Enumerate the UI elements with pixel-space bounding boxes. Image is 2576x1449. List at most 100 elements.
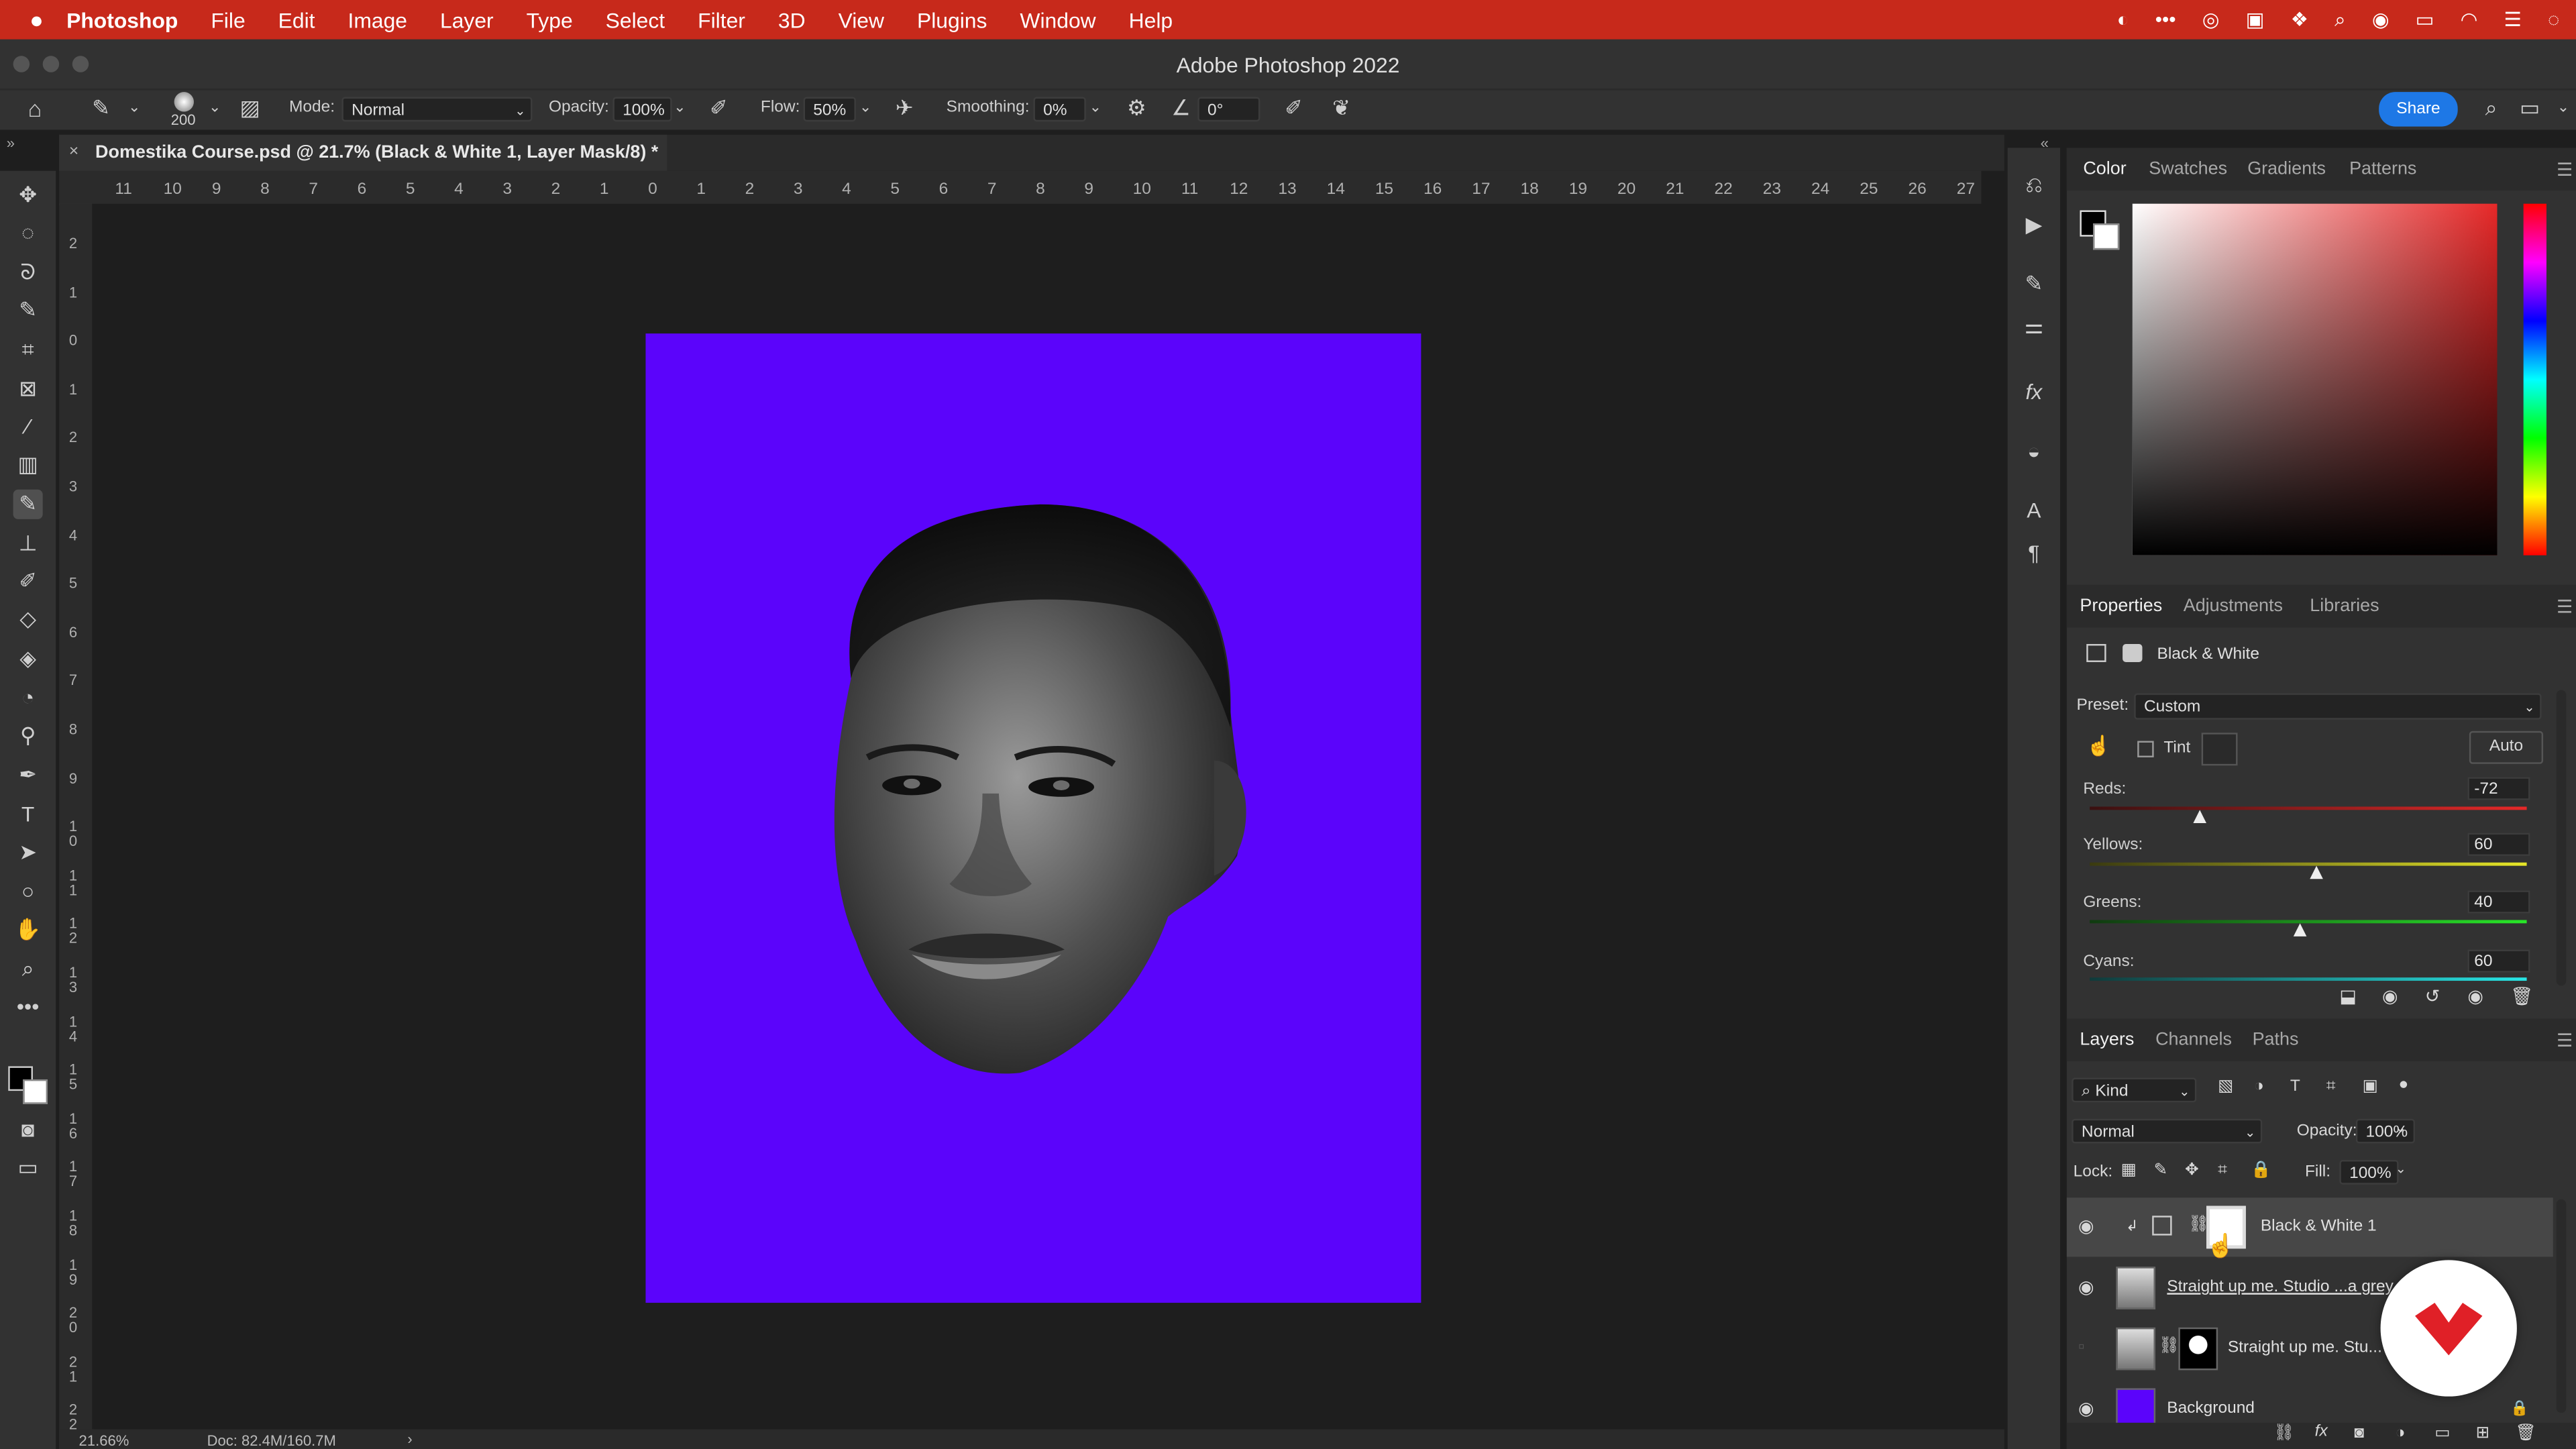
frame-tool-icon[interactable]: ⊠ [13,374,43,404]
new-layer-icon[interactable]: ⊞ [2476,1424,2490,1442]
hue-slider[interactable] [2523,203,2546,555]
ellipse-tool-icon[interactable]: ○ [13,877,43,907]
clone-stamp-tool-icon[interactable]: ⊥ [13,529,43,559]
crop-tool-icon[interactable]: ⌗ [13,335,43,365]
brush-picker-chevron-icon[interactable]: ⌄ [209,95,221,118]
flow-input[interactable]: 50% [803,97,856,122]
smoothing-input[interactable]: 0% [1033,97,1086,122]
paragraph-panel-icon[interactable]: ¶ [2019,539,2049,568]
home-icon[interactable]: ⌂ [28,97,42,119]
quick-mask-icon[interactable]: ◙ [13,1116,43,1145]
lock-transparency-icon[interactable]: ▦ [2121,1161,2137,1179]
workspace-chevron-icon[interactable]: ⌄ [2557,95,2569,118]
delete-layer-icon[interactable]: 🗑 [2515,1424,2536,1442]
actions-panel-icon[interactable]: ▶ [2019,210,2049,239]
mask-icon[interactable] [2123,644,2143,662]
tint-color-swatch[interactable] [2201,733,2238,766]
filter-type-icon[interactable]: T [2290,1078,2300,1096]
styles-panel-icon[interactable]: fx [2019,378,2049,407]
layers-scrollbar[interactable] [2556,1199,2567,1413]
yellows-slider-track[interactable] [2090,862,2527,866]
share-button[interactable]: Share [2379,92,2458,127]
menu-plugins[interactable]: Plugins [917,7,987,32]
view-previous-icon[interactable]: ◉ [2382,985,2398,1007]
angle-input[interactable]: 0° [1197,97,1260,122]
filter-shape-icon[interactable]: ⌗ [2326,1078,2336,1096]
wifi-icon[interactable]: ◠ [2461,8,2478,31]
menu-edit[interactable]: Edit [278,7,315,32]
filter-adjustment-icon[interactable]: ◑ [2254,1078,2264,1096]
tab-layers[interactable]: Layers [2080,1030,2134,1050]
delete-icon[interactable]: 🗑 [2510,985,2533,1007]
menu-app-name[interactable]: Photoshop [66,7,178,32]
filter-pixel-icon[interactable]: ▧ [2218,1078,2233,1096]
clip-to-layer-icon[interactable]: ⬓ [2339,985,2356,1007]
dropbox-icon[interactable]: ❖ [2291,8,2308,31]
yellows-slider-handle[interactable] [2310,865,2324,879]
dodge-tool-icon[interactable]: ⚲ [13,721,43,751]
screen-mode-icon[interactable]: ▭ [13,1153,43,1183]
eyedropper-tool-icon[interactable]: ⁄ [13,413,43,442]
fill-input[interactable]: 100% [2339,1159,2399,1185]
brush-tool-icon[interactable]: ✎ [13,489,43,519]
gear-icon[interactable]: ⚙ [1127,96,1146,119]
background-color-swatch[interactable] [23,1079,48,1104]
menu-window[interactable]: Window [1020,7,1095,32]
auto-button[interactable]: Auto [2469,731,2544,764]
menu-type[interactable]: Type [527,7,573,32]
greens-slider-track[interactable] [2090,920,2527,924]
lock-position-icon[interactable]: ✥ [2185,1161,2199,1179]
opacity-chevron-icon[interactable]: ⌄ [2396,1120,2406,1135]
menu-view[interactable]: View [839,7,884,32]
eye-icon[interactable]: ◉ [2078,1277,2094,1297]
tab-paths[interactable]: Paths [2253,1030,2299,1050]
reds-input[interactable]: -72 [2467,777,2530,800]
expand-toolbar-icon[interactable]: » [7,135,15,151]
close-tab-icon[interactable]: × [69,135,78,171]
tint-checkbox[interactable] [2137,741,2154,757]
opacity-chevron-icon[interactable]: ⌄ [674,95,686,118]
menu-image[interactable]: Image [347,7,407,32]
search-icon[interactable]: ⌕ [2334,7,2345,32]
type-tool-icon[interactable]: T [13,800,43,830]
menu-help[interactable]: Help [1129,7,1173,32]
tab-properties[interactable]: Properties [2080,596,2162,616]
tab-adjustments[interactable]: Adjustments [2184,596,2283,616]
workspace-icon[interactable]: ▭ [2520,96,2540,119]
adjustment-type-icon[interactable] [2086,644,2106,662]
brush-preview-icon[interactable] [174,92,194,112]
fx-icon[interactable]: fx [2315,1423,2328,1441]
marquee-tool-icon[interactable]: ◌ [13,219,43,248]
new-adjustment-icon[interactable]: ◑ [2396,1424,2406,1442]
status-chevron-icon[interactable]: › [407,1431,412,1447]
new-group-icon[interactable]: ▭ [2434,1424,2450,1442]
eye-hidden-icon[interactable]: ▫ [2078,1337,2085,1356]
greens-input[interactable]: 40 [2467,890,2530,914]
cyans-slider-track[interactable] [2090,977,2527,981]
adjustments-panel-icon[interactable]: ⚌ [2019,312,2049,341]
chevron-down-icon[interactable]: ⌄ [128,95,140,118]
path-selection-tool-icon[interactable]: ➤ [13,838,43,867]
preset-dropdown[interactable]: Custom ⌄ [2134,693,2542,720]
reds-slider-track[interactable] [2090,806,2527,810]
color-picker-field[interactable] [2132,203,2498,555]
yellows-input[interactable]: 60 [2467,833,2530,856]
edit-toolbar-icon[interactable]: ••• [13,992,43,1022]
character-panel-icon[interactable]: A [2019,496,2049,526]
tab-patterns[interactable]: Patterns [2349,160,2416,179]
lock-pixels-icon[interactable]: ✎ [2154,1161,2168,1179]
link-layers-icon[interactable]: ⛓ [2273,1424,2294,1442]
zoom-window-icon[interactable] [72,56,89,72]
pressure-size-icon[interactable]: ✐ [1285,96,1303,119]
filter-toggle-icon[interactable]: ● [2399,1076,2409,1094]
panel-menu-icon[interactable]: ☰ [2557,160,2573,180]
reset-icon[interactable]: ↺ [2425,985,2440,1007]
lock-artboard-icon[interactable]: ⌗ [2218,1161,2227,1179]
filter-smart-object-icon[interactable]: ▣ [2363,1078,2378,1096]
add-mask-icon[interactable]: ◙ [2354,1424,2364,1442]
eye-icon[interactable]: ◉ [2078,1398,2094,1419]
menu-file[interactable]: File [211,7,245,32]
battery-icon[interactable]: ▭ [2416,8,2434,31]
cyans-input[interactable]: 60 [2467,949,2530,973]
more-icon[interactable]: ••• [2155,8,2176,31]
